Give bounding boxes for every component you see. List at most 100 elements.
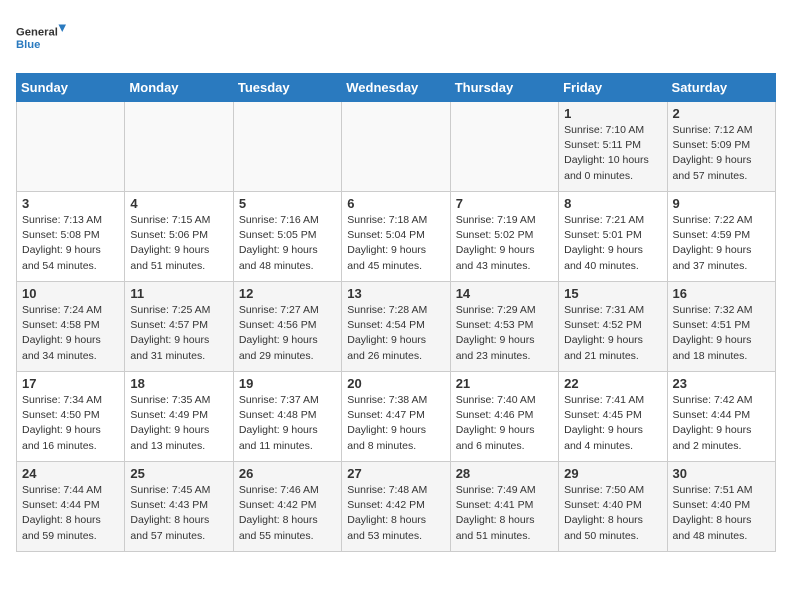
day-number: 18 <box>130 376 227 391</box>
logo: General Blue <box>16 16 66 61</box>
day-info: Sunrise: 7:15 AM Sunset: 5:06 PM Dayligh… <box>130 213 227 274</box>
day-number: 28 <box>456 466 553 481</box>
day-number: 23 <box>673 376 770 391</box>
calendar-cell: 24Sunrise: 7:44 AM Sunset: 4:44 PM Dayli… <box>17 462 125 552</box>
calendar-cell: 14 Sunrise: 7:29 AM Sunset: 4:53 PM Dayli… <box>450 282 558 372</box>
day-number: 25 <box>130 466 227 481</box>
day-info: Sunrise: 7:42 AM Sunset: 4:44 PM Dayligh… <box>673 393 770 454</box>
calendar-cell: 9 Sunrise: 7:22 AM Sunset: 4:59 PM Daylig… <box>667 192 775 282</box>
day-number: 4 <box>130 196 227 211</box>
calendar-cell: 26 Sunrise: 7:46 AM Sunset: 4:42 PM Dayli… <box>233 462 341 552</box>
calendar-cell: 2 Sunrise: 7:12 AM Sunset: 5:09 PM Daylig… <box>667 102 775 192</box>
weekday-header: Wednesday <box>342 74 450 102</box>
day-number: 12 <box>239 286 336 301</box>
calendar-cell: 5 Sunrise: 7:16 AM Sunset: 5:05 PM Daylig… <box>233 192 341 282</box>
calendar-cell: 27 Sunrise: 7:48 AM Sunset: 4:42 PM Dayli… <box>342 462 450 552</box>
day-number: 2 <box>673 106 770 121</box>
day-number: 7 <box>456 196 553 211</box>
weekday-header-row: SundayMondayTuesdayWednesdayThursdayFrid… <box>17 74 776 102</box>
day-info: Sunrise: 7:12 AM Sunset: 5:09 PM Dayligh… <box>673 123 770 184</box>
day-number: 1 <box>564 106 661 121</box>
day-info: Sunrise: 7:19 AM Sunset: 5:02 PM Dayligh… <box>456 213 553 274</box>
calendar-cell: 22Sunrise: 7:41 AM Sunset: 4:45 PM Dayli… <box>559 372 667 462</box>
day-number: 17 <box>22 376 119 391</box>
weekday-header: Monday <box>125 74 233 102</box>
day-number: 6 <box>347 196 444 211</box>
day-info: Sunrise: 7:29 AM Sunset: 4:53 PM Dayligh… <box>456 303 553 364</box>
calendar-cell: 7 Sunrise: 7:19 AM Sunset: 5:02 PM Daylig… <box>450 192 558 282</box>
day-info: Sunrise: 7:48 AM Sunset: 4:42 PM Dayligh… <box>347 483 444 544</box>
logo-svg: General Blue <box>16 16 66 61</box>
day-info: Sunrise: 7:22 AM Sunset: 4:59 PM Dayligh… <box>673 213 770 274</box>
calendar-table: SundayMondayTuesdayWednesdayThursdayFrid… <box>16 73 776 552</box>
calendar-cell: 1 Sunrise: 7:10 AM Sunset: 5:11 PM Daylig… <box>559 102 667 192</box>
calendar-cell: 18 Sunrise: 7:35 AM Sunset: 4:49 PM Dayli… <box>125 372 233 462</box>
day-number: 26 <box>239 466 336 481</box>
day-number: 24 <box>22 466 119 481</box>
day-info: Sunrise: 7:37 AM Sunset: 4:48 PM Dayligh… <box>239 393 336 454</box>
calendar-cell: 20 Sunrise: 7:38 AM Sunset: 4:47 PM Dayli… <box>342 372 450 462</box>
weekday-header: Saturday <box>667 74 775 102</box>
day-number: 13 <box>347 286 444 301</box>
day-info: Sunrise: 7:21 AM Sunset: 5:01 PM Dayligh… <box>564 213 661 274</box>
day-info: Sunrise: 7:46 AM Sunset: 4:42 PM Dayligh… <box>239 483 336 544</box>
day-info: Sunrise: 7:24 AM Sunset: 4:58 PM Dayligh… <box>22 303 119 364</box>
calendar-cell: 25 Sunrise: 7:45 AM Sunset: 4:43 PM Dayli… <box>125 462 233 552</box>
calendar-cell <box>233 102 341 192</box>
day-info: Sunrise: 7:10 AM Sunset: 5:11 PM Dayligh… <box>564 123 661 184</box>
calendar-cell: 28 Sunrise: 7:49 AM Sunset: 4:41 PM Dayli… <box>450 462 558 552</box>
calendar-cell: 29Sunrise: 7:50 AM Sunset: 4:40 PM Dayli… <box>559 462 667 552</box>
calendar-cell <box>450 102 558 192</box>
day-number: 20 <box>347 376 444 391</box>
calendar-cell: 11 Sunrise: 7:25 AM Sunset: 4:57 PM Dayli… <box>125 282 233 372</box>
day-number: 14 <box>456 286 553 301</box>
day-number: 22 <box>564 376 661 391</box>
day-number: 27 <box>347 466 444 481</box>
calendar-week-row: 17 Sunrise: 7:34 AM Sunset: 4:50 PM Dayli… <box>17 372 776 462</box>
calendar-cell: 8Sunrise: 7:21 AM Sunset: 5:01 PM Daylig… <box>559 192 667 282</box>
day-number: 3 <box>22 196 119 211</box>
day-info: Sunrise: 7:49 AM Sunset: 4:41 PM Dayligh… <box>456 483 553 544</box>
day-info: Sunrise: 7:34 AM Sunset: 4:50 PM Dayligh… <box>22 393 119 454</box>
weekday-header: Sunday <box>17 74 125 102</box>
calendar-cell: 6Sunrise: 7:18 AM Sunset: 5:04 PM Daylig… <box>342 192 450 282</box>
calendar-cell: 12 Sunrise: 7:27 AM Sunset: 4:56 PM Dayli… <box>233 282 341 372</box>
weekday-header: Thursday <box>450 74 558 102</box>
calendar-cell: 15Sunrise: 7:31 AM Sunset: 4:52 PM Dayli… <box>559 282 667 372</box>
calendar-week-row: 10Sunrise: 7:24 AM Sunset: 4:58 PM Dayli… <box>17 282 776 372</box>
day-info: Sunrise: 7:38 AM Sunset: 4:47 PM Dayligh… <box>347 393 444 454</box>
day-info: Sunrise: 7:16 AM Sunset: 5:05 PM Dayligh… <box>239 213 336 274</box>
calendar-cell <box>342 102 450 192</box>
calendar-cell: 30 Sunrise: 7:51 AM Sunset: 4:40 PM Dayli… <box>667 462 775 552</box>
day-info: Sunrise: 7:51 AM Sunset: 4:40 PM Dayligh… <box>673 483 770 544</box>
day-number: 5 <box>239 196 336 211</box>
calendar-week-row: 24Sunrise: 7:44 AM Sunset: 4:44 PM Dayli… <box>17 462 776 552</box>
day-number: 19 <box>239 376 336 391</box>
calendar-cell: 21 Sunrise: 7:40 AM Sunset: 4:46 PM Dayli… <box>450 372 558 462</box>
day-info: Sunrise: 7:50 AM Sunset: 4:40 PM Dayligh… <box>564 483 661 544</box>
day-info: Sunrise: 7:35 AM Sunset: 4:49 PM Dayligh… <box>130 393 227 454</box>
calendar-cell <box>125 102 233 192</box>
svg-text:General: General <box>16 27 58 39</box>
day-info: Sunrise: 7:40 AM Sunset: 4:46 PM Dayligh… <box>456 393 553 454</box>
day-number: 16 <box>673 286 770 301</box>
day-number: 30 <box>673 466 770 481</box>
day-info: Sunrise: 7:32 AM Sunset: 4:51 PM Dayligh… <box>673 303 770 364</box>
calendar-cell: 3Sunrise: 7:13 AM Sunset: 5:08 PM Daylig… <box>17 192 125 282</box>
calendar-cell: 16 Sunrise: 7:32 AM Sunset: 4:51 PM Dayli… <box>667 282 775 372</box>
calendar-cell: 23 Sunrise: 7:42 AM Sunset: 4:44 PM Dayli… <box>667 372 775 462</box>
calendar-cell <box>17 102 125 192</box>
calendar-week-row: 1 Sunrise: 7:10 AM Sunset: 5:11 PM Daylig… <box>17 102 776 192</box>
calendar-week-row: 3Sunrise: 7:13 AM Sunset: 5:08 PM Daylig… <box>17 192 776 282</box>
day-info: Sunrise: 7:27 AM Sunset: 4:56 PM Dayligh… <box>239 303 336 364</box>
svg-text:Blue: Blue <box>16 39 40 51</box>
calendar-cell: 4 Sunrise: 7:15 AM Sunset: 5:06 PM Daylig… <box>125 192 233 282</box>
day-info: Sunrise: 7:28 AM Sunset: 4:54 PM Dayligh… <box>347 303 444 364</box>
day-number: 9 <box>673 196 770 211</box>
day-number: 11 <box>130 286 227 301</box>
weekday-header: Tuesday <box>233 74 341 102</box>
day-number: 21 <box>456 376 553 391</box>
day-info: Sunrise: 7:25 AM Sunset: 4:57 PM Dayligh… <box>130 303 227 364</box>
day-info: Sunrise: 7:45 AM Sunset: 4:43 PM Dayligh… <box>130 483 227 544</box>
calendar-cell: 19 Sunrise: 7:37 AM Sunset: 4:48 PM Dayli… <box>233 372 341 462</box>
